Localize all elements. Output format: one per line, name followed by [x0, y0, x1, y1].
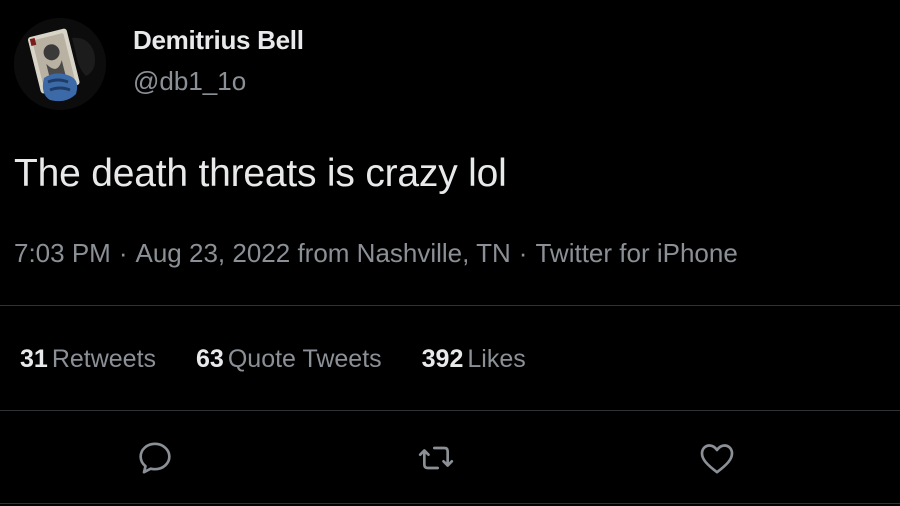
tweet-stats: 31 Retweets 63 Quote Tweets 392 Likes	[20, 343, 566, 375]
tweet-time[interactable]: 7:03 PM	[14, 238, 111, 268]
tweet-header: Demitrius Bell @db1_1o	[14, 18, 304, 110]
likes-stat[interactable]: 392 Likes	[422, 343, 526, 375]
quote-tweets-stat[interactable]: 63 Quote Tweets	[196, 343, 382, 375]
reply-button[interactable]	[135, 438, 175, 478]
tweet-date[interactable]: Aug 23, 2022	[136, 238, 291, 268]
tweet-meta: 7:03 PM · Aug 23, 2022 from Nashville, TN ·…	[14, 236, 738, 270]
tweet-text: The death threats is crazy lol	[14, 152, 507, 195]
display-name[interactable]: Demitrius Bell	[133, 24, 304, 56]
user-names: Demitrius Bell @db1_1o	[133, 24, 304, 98]
divider	[0, 305, 900, 306]
joker-card-avatar-icon	[14, 18, 106, 110]
speech-bubble-icon	[139, 442, 171, 474]
divider	[0, 410, 900, 411]
tweet-source[interactable]: Twitter for iPhone	[535, 238, 737, 268]
meta-separator: ·	[118, 238, 128, 268]
tweet-location[interactable]: from Nashville, TN	[297, 238, 510, 268]
retweets-count: 31	[20, 345, 48, 373]
retweet-arrows-icon	[418, 446, 454, 470]
likes-count: 392	[421, 345, 464, 373]
retweets-label: Retweets	[51, 345, 157, 373]
heart-icon	[700, 444, 734, 474]
quote-tweets-count: 63	[196, 345, 224, 373]
quote-tweets-label: Quote Tweets	[227, 345, 382, 373]
like-button[interactable]	[697, 438, 737, 478]
meta-separator: ·	[518, 238, 528, 268]
avatar[interactable]	[14, 18, 106, 110]
user-handle[interactable]: @db1_1o	[133, 64, 304, 98]
likes-label: Likes	[467, 345, 526, 373]
retweets-stat[interactable]: 31 Retweets	[20, 343, 156, 375]
divider	[0, 503, 900, 504]
tweet-card: Demitrius Bell @db1_1o The death threats…	[0, 0, 900, 506]
retweet-button[interactable]	[416, 438, 456, 478]
